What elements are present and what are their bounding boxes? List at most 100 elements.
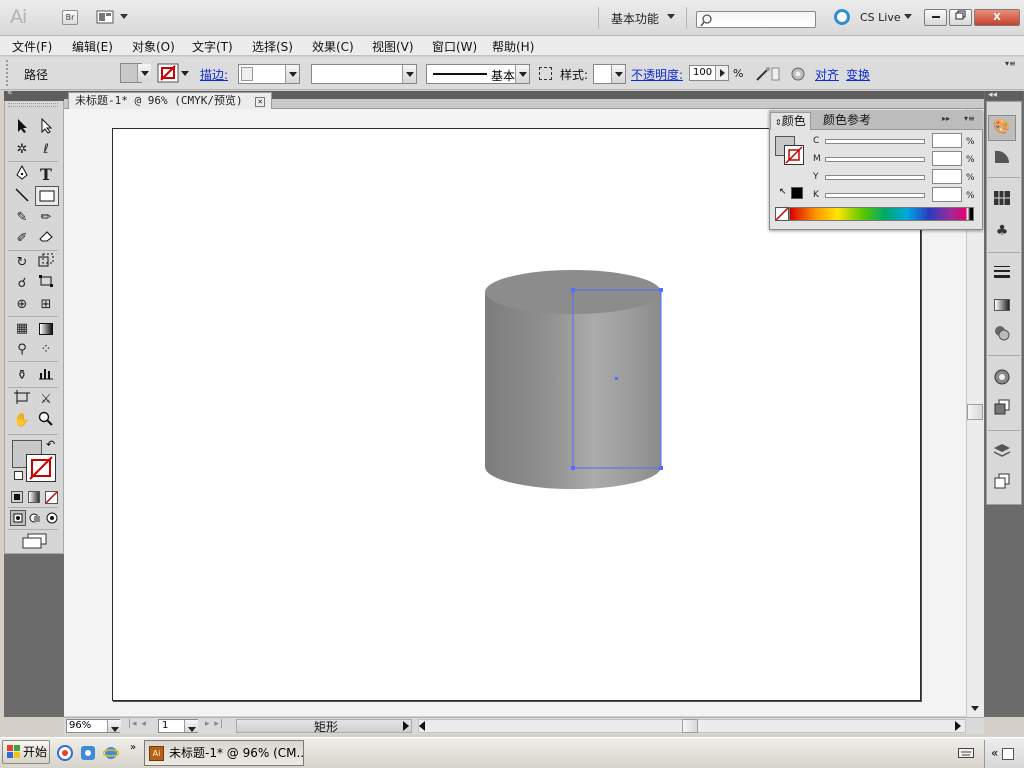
panel-collapse-icon[interactable]: ▸▸ — [942, 114, 950, 123]
workspace-dropdown-icon[interactable] — [667, 14, 675, 19]
brushes-panel-button[interactable]: ♣ — [991, 220, 1013, 242]
slice-tool[interactable]: ⚔ — [35, 390, 57, 410]
quicklaunch-ie-button[interactable] — [102, 745, 120, 761]
arrange-documents-button[interactable] — [96, 10, 116, 25]
selection-handle[interactable] — [659, 288, 663, 292]
gradient-tool[interactable] — [35, 319, 57, 339]
tools-panel-header[interactable]: « — [4, 88, 64, 101]
scroll-right-icon[interactable] — [955, 721, 961, 731]
menu-view[interactable]: 视图(V) — [372, 38, 414, 55]
type-tool[interactable]: T — [35, 165, 57, 185]
status-menu-icon[interactable] — [403, 721, 409, 731]
zoom-dropdown-icon[interactable] — [107, 720, 121, 732]
transparency-panel-button[interactable] — [991, 324, 1013, 346]
eyedropper-tool[interactable]: ⚲ — [11, 340, 33, 360]
restore-button[interactable] — [949, 9, 972, 26]
eraser-tool[interactable] — [35, 229, 57, 249]
align-panel-link[interactable]: 对齐 — [815, 66, 839, 83]
stroke-color-swatch[interactable] — [26, 454, 56, 482]
swap-fill-stroke-icon[interactable]: ↶ — [46, 438, 55, 451]
menu-help[interactable]: 帮助(H) — [492, 38, 534, 55]
opacity-panel-link[interactable]: 不透明度: — [631, 66, 683, 83]
magenta-input[interactable] — [932, 151, 962, 166]
scale-tool[interactable] — [35, 253, 57, 273]
selection-center-point[interactable] — [615, 377, 618, 380]
scroll-left-icon[interactable] — [419, 721, 425, 731]
color-mode-button[interactable] — [11, 491, 23, 503]
panel-stroke-swatch[interactable] — [784, 145, 804, 165]
direct-selection-tool[interactable] — [35, 117, 57, 138]
screen-mode-button[interactable] — [22, 533, 48, 549]
perspective-grid-tool[interactable]: ⊞ — [35, 295, 57, 315]
hand-tool[interactable]: ✋ — [11, 411, 33, 431]
quicklaunch-app-button[interactable] — [80, 745, 96, 761]
artboards-panel-button[interactable] — [991, 472, 1013, 494]
horizontal-scroll-thumb[interactable] — [682, 719, 698, 733]
blend-tool[interactable]: ⁘ — [35, 340, 57, 360]
vertical-scroll-thumb[interactable] — [967, 404, 983, 420]
menu-select[interactable]: 选择(S) — [252, 38, 293, 55]
appearance-panel-button[interactable] — [991, 368, 1013, 390]
rotate-tool[interactable]: ↻ — [11, 253, 33, 273]
selection-handle[interactable] — [571, 288, 575, 292]
menu-edit[interactable]: 编辑(E) — [72, 38, 113, 55]
stroke-panel-link[interactable]: 描边: — [200, 66, 228, 83]
column-graph-tool[interactable] — [35, 366, 57, 386]
none-color-button[interactable] — [775, 207, 789, 221]
brush-definition-dropdown[interactable]: 基本 — [426, 64, 530, 84]
graphic-style-dropdown[interactable] — [593, 64, 626, 84]
mesh-tool[interactable]: ▦ — [11, 319, 33, 339]
artboard-dropdown-icon[interactable] — [184, 720, 198, 732]
draw-inside-button[interactable] — [45, 510, 59, 526]
color-panel-button[interactable]: 🎨 — [988, 115, 1016, 141]
none-mode-button[interactable] — [45, 491, 58, 504]
brush-options-icon[interactable] — [539, 67, 552, 80]
tray-expand-button[interactable]: « — [984, 740, 1024, 768]
lasso-tool[interactable]: ℓ — [35, 140, 57, 160]
artboard-tool[interactable] — [11, 390, 33, 410]
pen-tool[interactable] — [11, 164, 33, 185]
gradient-panel-button[interactable] — [991, 294, 1013, 316]
magic-wand-tool[interactable]: ✲ — [11, 140, 33, 160]
yellow-input[interactable] — [932, 169, 962, 184]
color-tab[interactable]: ⇕颜色 — [770, 112, 811, 130]
warp-tool[interactable]: ☌ — [11, 274, 33, 294]
swatches-panel-button[interactable] — [991, 190, 1013, 212]
layers-panel-button[interactable] — [991, 442, 1013, 464]
dock-collapse-icon[interactable]: ◂◂ — [985, 91, 1023, 100]
black-input[interactable] — [932, 187, 962, 202]
free-transform-tool[interactable] — [35, 274, 57, 294]
first-artboard-icon[interactable]: |◂ ◂ — [128, 719, 147, 729]
global-edit-button[interactable] — [790, 66, 806, 82]
close-button[interactable]: X — [974, 9, 1020, 26]
line-segment-tool[interactable] — [11, 187, 33, 207]
color-guide-panel-button[interactable] — [991, 147, 1013, 169]
selection-handle[interactable] — [571, 466, 575, 470]
scroll-down-icon[interactable] — [971, 706, 979, 711]
gradient-mode-button[interactable] — [28, 491, 40, 503]
selection-handle[interactable] — [659, 466, 663, 470]
opacity-input[interactable]: 100 — [689, 65, 729, 81]
tools-panel-grip[interactable] — [8, 103, 58, 107]
shape-builder-tool[interactable]: ⊕ — [11, 295, 33, 315]
graphic-styles-panel-button[interactable] — [991, 398, 1013, 420]
quicklaunch-browser-button[interactable] — [57, 745, 73, 761]
stroke-weight-stepper[interactable] — [241, 67, 253, 81]
color-spectrum-bar[interactable] — [789, 207, 974, 221]
workspace-switcher[interactable]: 基本功能 — [611, 10, 659, 27]
symbol-sprayer-tool[interactable]: ⚱ — [11, 366, 33, 386]
taskbar-illustrator-button[interactable]: Ai 未标题-1* @ 96% (CM... — [144, 740, 304, 766]
variable-width-profile-dropdown[interactable] — [311, 64, 417, 84]
stroke-weight-input[interactable] — [238, 64, 300, 84]
color-guide-tab[interactable]: 颜色参考 — [819, 112, 875, 130]
menu-type[interactable]: 文字(T) — [192, 38, 233, 55]
minimize-button[interactable] — [924, 9, 947, 26]
default-colors-icon[interactable] — [14, 471, 23, 480]
last-color-swatch[interactable] — [791, 187, 803, 199]
cs-live-dropdown-icon[interactable] — [904, 14, 912, 19]
blob-brush-tool[interactable]: ✐ — [11, 229, 33, 249]
menu-window[interactable]: 窗口(W) — [432, 38, 477, 55]
pencil-tool[interactable]: ✏ — [35, 208, 57, 228]
zoom-tool[interactable] — [35, 411, 57, 431]
selection-tool[interactable] — [11, 118, 33, 138]
